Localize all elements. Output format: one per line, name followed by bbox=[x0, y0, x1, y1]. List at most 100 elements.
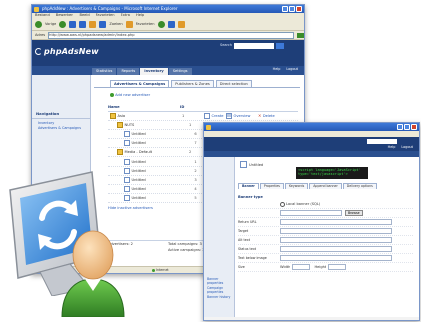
banner-icon bbox=[124, 131, 130, 138]
target-input[interactable] bbox=[280, 227, 392, 235]
favorites-label[interactable]: Favorieten bbox=[136, 22, 155, 26]
minimize-button-2[interactable] bbox=[397, 124, 403, 130]
sidebar-item-campaign-props[interactable]: Campaign properties bbox=[204, 286, 234, 295]
row-name-cell: Untitled bbox=[108, 131, 194, 138]
help-link-2[interactable]: Help bbox=[388, 145, 396, 149]
delete-action[interactable]: ✕Delete bbox=[258, 113, 288, 119]
tab-banner[interactable]: Banner bbox=[238, 183, 259, 189]
row-name[interactable]: Media - Default bbox=[125, 150, 153, 154]
mail-icon[interactable] bbox=[167, 21, 175, 28]
stop-icon[interactable] bbox=[69, 21, 77, 28]
media-icon[interactable] bbox=[157, 21, 165, 28]
logout-link[interactable]: Logout bbox=[286, 67, 298, 71]
banner-icon bbox=[124, 176, 130, 183]
go-button[interactable] bbox=[297, 32, 304, 38]
main-nav: Statistics Reports Inventory Settings He… bbox=[32, 66, 304, 75]
create-icon bbox=[204, 113, 210, 120]
close-button-2[interactable] bbox=[411, 124, 417, 130]
row-name[interactable]: Untitled bbox=[132, 141, 146, 145]
forward-arrow-icon[interactable] bbox=[59, 21, 67, 28]
column-name[interactable]: Name bbox=[108, 105, 180, 111]
menu-file[interactable]: Bestand bbox=[35, 13, 50, 19]
sidebar-item-advertisers[interactable]: Advertisers & Campaigns bbox=[32, 126, 86, 131]
width-input[interactable] bbox=[292, 263, 311, 271]
maximize-button-2[interactable] bbox=[404, 124, 410, 130]
tab-append-banner[interactable]: Append banner bbox=[309, 183, 342, 189]
row-name[interactable]: Untitled bbox=[132, 132, 146, 136]
delete-icon: ✕ bbox=[258, 113, 262, 119]
height-input[interactable] bbox=[328, 263, 347, 271]
back-arrow-icon[interactable] bbox=[35, 21, 42, 28]
column-id[interactable]: ID bbox=[180, 105, 202, 111]
row-name[interactable]: Untitled bbox=[132, 160, 146, 164]
return-url-input[interactable] bbox=[280, 218, 392, 226]
banner-type-radio[interactable] bbox=[280, 201, 285, 207]
menu-tools[interactable]: Extra bbox=[121, 13, 131, 19]
window-title: phpAdsNew : Advertisers & Campaigns - Mi… bbox=[42, 6, 178, 11]
overview-action[interactable]: Overview bbox=[226, 113, 258, 120]
browse-button[interactable]: Browse bbox=[345, 209, 363, 217]
back-label[interactable]: Vorige bbox=[45, 22, 56, 26]
tab-delivery-options[interactable]: Delivery options bbox=[342, 183, 377, 189]
app-header: phpAdsNew Search bbox=[32, 40, 304, 66]
form-label: Return URL bbox=[238, 220, 257, 224]
tab-keywords[interactable]: Keywords bbox=[284, 183, 309, 189]
row-name[interactable]: Untitled bbox=[132, 169, 146, 173]
close-button[interactable] bbox=[296, 6, 302, 12]
menu-edit[interactable]: Bewerken bbox=[56, 13, 74, 19]
maximize-button[interactable] bbox=[289, 6, 295, 12]
refresh-icon[interactable] bbox=[79, 21, 87, 28]
tab-statistics[interactable]: Statistics bbox=[92, 68, 117, 75]
row-name[interactable]: Untitled bbox=[132, 196, 146, 200]
search-label[interactable]: Zoeken bbox=[109, 22, 122, 26]
minimize-button[interactable] bbox=[282, 6, 288, 12]
form-row: Text below image bbox=[238, 254, 413, 263]
file-input[interactable] bbox=[280, 209, 342, 217]
tab-direct-selection[interactable]: Direct selection bbox=[215, 80, 252, 87]
folder-icon bbox=[117, 149, 123, 156]
row-name[interactable]: Untitled bbox=[132, 178, 146, 182]
add-advertiser-label: Add new advertiser bbox=[115, 93, 151, 97]
tab-reports[interactable]: Reports bbox=[117, 68, 140, 75]
row-name[interactable]: Asia bbox=[118, 114, 126, 118]
row-name-cell: Untitled bbox=[108, 176, 194, 183]
tab-settings[interactable]: Settings bbox=[168, 68, 192, 75]
logout-link-2[interactable]: Logout bbox=[401, 145, 413, 149]
help-link[interactable]: Help bbox=[273, 67, 281, 71]
app-search-input-2[interactable] bbox=[367, 139, 397, 144]
app-search-input[interactable] bbox=[234, 43, 274, 49]
sub-tabs-2: Banner Properties Keywords Append banner… bbox=[238, 183, 377, 189]
print-icon[interactable] bbox=[177, 21, 185, 28]
search-label-app: Search bbox=[219, 43, 232, 47]
tab-inventory[interactable]: Inventory bbox=[140, 68, 168, 75]
add-advertiser-link[interactable]: Add new advertiser bbox=[110, 93, 300, 97]
banner-icon bbox=[124, 185, 130, 192]
tab-publishers-zones[interactable]: Publishers & Zones bbox=[171, 80, 214, 87]
breadcrumb: Untitled bbox=[240, 161, 263, 168]
tab-advertisers-campaigns[interactable]: Advertisers & Campaigns bbox=[110, 80, 170, 87]
favorites-star-icon[interactable] bbox=[125, 21, 133, 28]
form-row-file: Browse bbox=[238, 209, 413, 218]
sidebar-item-banner-history[interactable]: Banner history bbox=[204, 295, 234, 299]
menu-favorites[interactable]: Favorieten bbox=[96, 13, 115, 19]
status-text-input[interactable] bbox=[280, 245, 392, 253]
address-input[interactable]: http://www.aws.nl/phpadsnew/admin/index.… bbox=[48, 31, 294, 39]
row-name[interactable]: Untitled bbox=[132, 187, 146, 191]
sidebar-item-banner-props[interactable]: Banner properties bbox=[204, 277, 234, 286]
row-name[interactable]: NUTS bbox=[125, 123, 135, 127]
window-titlebar: phpAdsNew : Advertisers & Campaigns - Mi… bbox=[32, 5, 304, 13]
banner-icon bbox=[124, 194, 130, 201]
menu-view[interactable]: Beeld bbox=[79, 13, 89, 19]
row-name-cell: Untitled bbox=[108, 194, 194, 201]
text-below-image-input[interactable] bbox=[280, 254, 392, 262]
create-action[interactable]: Create bbox=[204, 113, 226, 120]
app-search-button[interactable] bbox=[276, 43, 284, 49]
banner-form: Banner type Local banner (SQL) Browse Re… bbox=[238, 191, 413, 272]
alt-text-input[interactable] bbox=[280, 236, 392, 244]
globe-icon bbox=[152, 268, 155, 272]
tab-properties[interactable]: Properties bbox=[259, 183, 284, 189]
home-icon[interactable] bbox=[89, 21, 97, 28]
search-icon[interactable] bbox=[99, 21, 107, 28]
row-name-cell: Untitled bbox=[108, 185, 194, 192]
menu-help[interactable]: Help bbox=[136, 13, 144, 19]
